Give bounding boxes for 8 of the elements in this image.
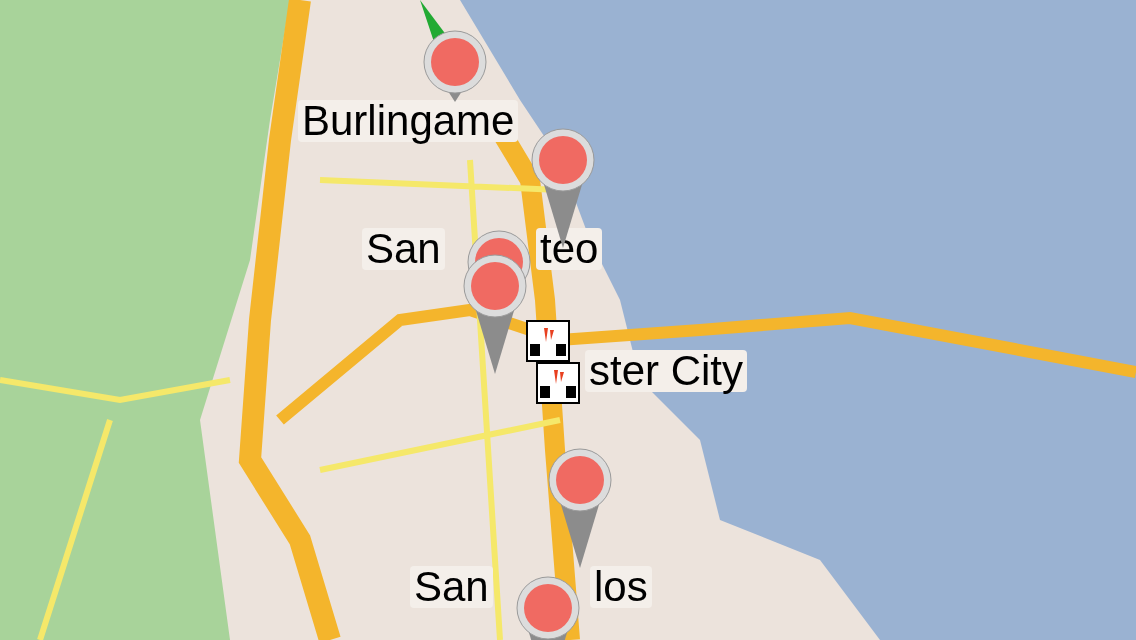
traffic-incident-icon[interactable] bbox=[536, 362, 580, 404]
place-label: San bbox=[410, 566, 493, 608]
traffic-incident-icon[interactable] bbox=[526, 320, 570, 362]
place-label: teo bbox=[536, 228, 603, 270]
place-label: ster City bbox=[585, 350, 747, 392]
place-label: los bbox=[590, 566, 652, 608]
place-label: San bbox=[362, 228, 445, 270]
place-label: Burlingame bbox=[298, 100, 519, 142]
